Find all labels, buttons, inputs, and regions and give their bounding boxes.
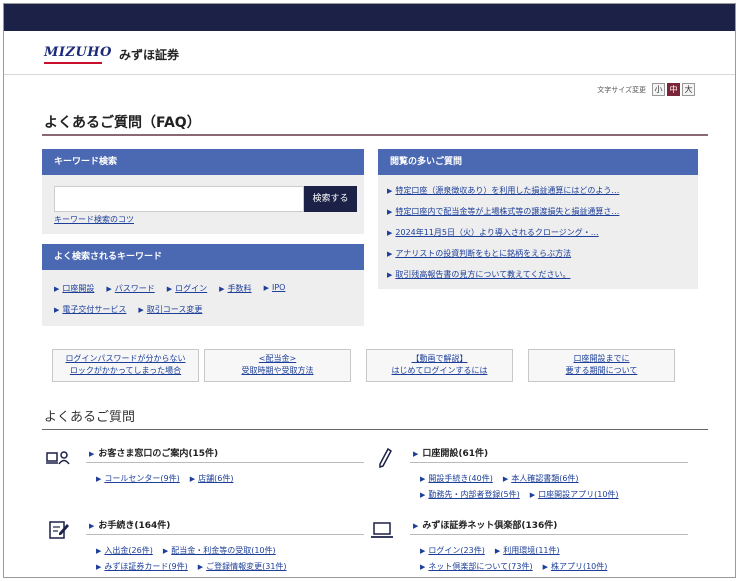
subcategory-row: ▶ 入出金(26件) ▶ 配当金・利金等の受取(10件) <box>96 545 276 556</box>
subcategory-row: ▶ 勤務先・内部者登録(5件) ▶ 口座開設アプリ(10件) <box>420 489 619 500</box>
category-divider <box>86 462 364 463</box>
browser-frame: MIZUHO みずほ証券 文字サイズ変更 小 中 大 よくあるご質問（FAQ） … <box>3 3 736 578</box>
quick-link-line: ロックがかかってしまった場合 <box>69 366 182 375</box>
subcategory-row: ▶ 開設手続き(40件) ▶ 本人確認書類(6件) <box>420 473 579 484</box>
font-size-label: 文字サイズ変更 <box>597 85 646 94</box>
quick-link-password[interactable]: ログインパスワードが分からない ロックがかかってしまった場合 <box>52 349 199 382</box>
search-button[interactable]: 検索する <box>304 186 357 212</box>
mizuho-logo[interactable]: MIZUHO <box>44 45 112 60</box>
subcategory-link[interactable]: ▶ 勤務先・内部者登録(5件) <box>420 489 520 500</box>
subcategory-row: ▶ みずほ証券カード(9件) ▶ ご登録情報変更(31件) <box>96 561 287 572</box>
subcategory-link[interactable]: ▶ 開設手続き(40件) <box>420 473 493 484</box>
laptop-icon <box>371 522 393 538</box>
frequent-question-item[interactable]: ▶ 取引残高報告書の見方について教えてください。 <box>387 270 687 291</box>
page-title: よくあるご質問（FAQ） <box>44 115 201 131</box>
subcategory-link[interactable]: ▶ みずほ証券カード(9件) <box>96 561 188 572</box>
frequent-questions-header: 閲覧の多いご質問 <box>378 149 698 175</box>
frequent-question-item[interactable]: ▶ 2024年11月5日（火）より導入されるクロージング・… <box>387 228 687 249</box>
subcategory-link[interactable]: ▶ ご登録情報変更(31件) <box>198 561 287 572</box>
subcategory-link[interactable]: ▶ 口座開設アプリ(10件) <box>530 489 619 500</box>
form-edit-icon <box>49 521 69 539</box>
subcategory-link[interactable]: ▶ 入出金(26件) <box>96 545 153 556</box>
faq-section-divider <box>42 429 708 430</box>
brand-name[interactable]: みずほ証券 <box>119 46 179 63</box>
category-divider <box>410 534 688 535</box>
subcategory-link[interactable]: ▶ ネット倶楽部について(73件) <box>420 561 533 572</box>
keyword-search-header: キーワード検索 <box>42 149 364 175</box>
quick-link-line: はじめてログインするには <box>391 366 488 375</box>
subcategory-link[interactable]: ▶ コールセンター(9件) <box>96 473 180 484</box>
frequent-questions-list: ▶ 特定口座（源泉徴収あり）を利用した損益通算にはどのよう… ▶ 特定口座内で配当金… <box>387 186 687 291</box>
keyword-search-input[interactable] <box>54 186 304 212</box>
faq-section-title: よくあるご質問 <box>44 410 136 425</box>
subcategory-link[interactable]: ▶ ログイン(23件) <box>420 545 485 556</box>
quick-link-line: 口座開設までに <box>573 354 630 363</box>
category-title-link[interactable]: ▶ みずほ証券ネット倶楽部(136件) <box>413 518 557 531</box>
font-size-small-button[interactable]: 小 <box>652 83 665 96</box>
quick-link-line: ログインパスワードが分からない <box>65 354 186 363</box>
font-size-medium-button[interactable]: 中 <box>667 83 680 96</box>
frequent-question-item[interactable]: ▶ 特定口座（源泉徴収あり）を利用した損益通算にはどのよう… <box>387 186 687 207</box>
logo-accent-bar <box>44 62 102 64</box>
quick-link-login-video[interactable]: 【動画で解説】 はじめてログインするには <box>366 349 513 382</box>
keyword-link[interactable]: ▶ ログイン <box>167 283 207 294</box>
customer-service-icon <box>46 451 70 465</box>
frequent-question-item[interactable]: ▶ アナリストの投資判断をもとに銘柄をえらぶ方法 <box>387 249 687 270</box>
subcategory-row: ▶ コールセンター(9件) ▶ 店舗(6件) <box>96 473 233 484</box>
subcategory-link[interactable]: ▶ 本人確認書類(6件) <box>503 473 579 484</box>
keyword-link[interactable]: ▶ 電子交付サービス <box>54 304 126 315</box>
category-title-link[interactable]: ▶ 口座開設(61件) <box>413 446 488 459</box>
pen-icon <box>379 448 392 468</box>
quick-link-line: 要する期間について <box>565 366 638 375</box>
subcategory-link[interactable]: ▶ 株アプリ(10件) <box>543 561 608 572</box>
search-tips-link[interactable]: キーワード検索のコツ <box>54 214 134 225</box>
quick-link-dividend[interactable]: <配当金> 受取時期や受取方法 <box>204 349 351 382</box>
keyword-link[interactable]: ▶ パスワード <box>106 283 154 294</box>
subcategory-link[interactable]: ▶ 店舗(6件) <box>190 473 234 484</box>
quick-link-line: 【動画で解説】 <box>411 354 468 363</box>
subcategory-link[interactable]: ▶ 利用環境(11件) <box>495 545 560 556</box>
quick-link-account-period[interactable]: 口座開設までに 要する期間について <box>528 349 675 382</box>
font-size-large-button[interactable]: 大 <box>682 83 695 96</box>
quick-link-line: 受取時期や受取方法 <box>241 366 314 375</box>
keyword-link[interactable]: ▶ 取引コース変更 <box>138 304 202 315</box>
category-title-link[interactable]: ▶ お手続き(164件) <box>89 518 170 531</box>
category-title-link[interactable]: ▶ お客さま窓口のご案内(15件) <box>89 446 218 459</box>
popular-keywords-panel <box>42 270 364 326</box>
subcategory-link[interactable]: ▶ 配当金・利金等の受取(10件) <box>163 545 276 556</box>
font-size-switcher: 文字サイズ変更 小 中 大 <box>597 83 695 96</box>
category-divider <box>410 462 688 463</box>
popular-keywords-header: よく検索されるキーワード <box>42 244 364 270</box>
keyword-link[interactable]: ▶ 口座開設 <box>54 283 94 294</box>
frequent-question-item[interactable]: ▶ 特定口座内で配当金等が上場株式等の譲渡損失と損益通算さ… <box>387 207 687 228</box>
keyword-link[interactable]: ▶ IPO <box>264 283 286 294</box>
subcategory-row: ▶ ログイン(23件) ▶ 利用環境(11件) <box>420 545 560 556</box>
title-divider <box>42 134 708 136</box>
quick-link-line: <配当金> <box>258 354 297 363</box>
popular-keywords-row-2: ▶ 電子交付サービス ▶ 取引コース変更 <box>54 304 202 315</box>
top-bar <box>4 4 735 31</box>
keyword-link[interactable]: ▶ 手数料 <box>219 283 251 294</box>
subcategory-row: ▶ ネット倶楽部について(73件) ▶ 株アプリ(10件) <box>420 561 607 572</box>
popular-keywords-row-1: ▶ 口座開設 ▶ パスワード ▶ ログイン ▶ 手数料 ▶ IPO <box>54 283 285 294</box>
site-header: MIZUHO みずほ証券 <box>4 31 735 75</box>
category-divider <box>86 534 364 535</box>
